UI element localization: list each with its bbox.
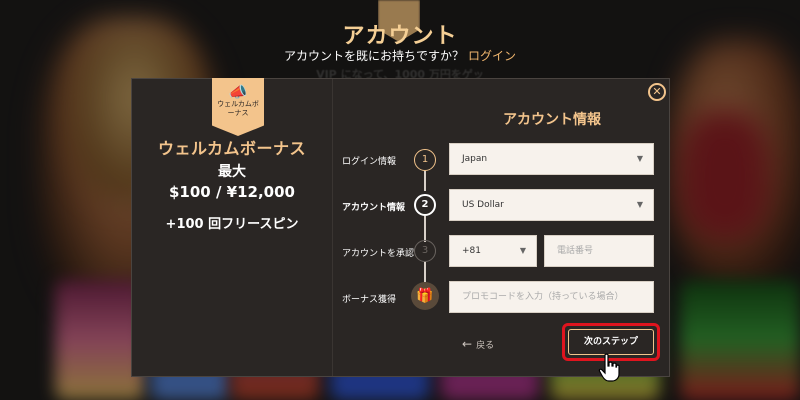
- bonus-amount: $100 / ¥12,000: [169, 183, 295, 201]
- stepper-line: [424, 262, 426, 282]
- login-link[interactable]: ログイン: [468, 49, 516, 63]
- promo-code-placeholder: プロモコードを入力（持っている場合）: [462, 292, 624, 302]
- phone-code-value: +81: [462, 246, 481, 256]
- bonus-free-spins: +100 回フリースピン: [165, 217, 299, 232]
- stepper-line: [424, 216, 426, 242]
- country-value: Japan: [462, 154, 488, 164]
- welcome-badge: 📣 ウェルカムボーナス: [212, 78, 264, 136]
- page-title: アカウント: [342, 24, 458, 49]
- step-circle-2: 2: [414, 194, 436, 216]
- subtitle-text: アカウントを既にお持ちですか？: [283, 49, 464, 63]
- country-select[interactable]: Japan ▼: [449, 143, 654, 175]
- promo-code-input[interactable]: プロモコードを入力（持っている場合）: [449, 281, 654, 313]
- phone-code-select[interactable]: +81 ▼: [449, 235, 537, 267]
- back-label: 戻る: [476, 341, 495, 351]
- chevron-down-icon: ▼: [636, 154, 643, 163]
- step-label-bonus: ボーナス獲得: [342, 295, 397, 305]
- close-icon[interactable]: ✕: [648, 83, 666, 101]
- gift-icon: 🎁: [411, 282, 439, 310]
- badge-label: ウェルカムボーナス: [217, 100, 259, 117]
- welcome-bonus-panel: ウェルカムボーナス 最大 $100 / ¥12,000 +100 回フリースピン: [132, 135, 332, 232]
- form-title: アカウント情報: [503, 112, 601, 128]
- step-circle-3: 3: [414, 240, 436, 262]
- chevron-down-icon: ▼: [519, 246, 526, 255]
- modal-divider: [332, 79, 333, 376]
- step-label-verify: アカウントを承認: [342, 249, 415, 259]
- bonus-max-label: 最大: [218, 164, 246, 180]
- stepper-line: [424, 171, 426, 191]
- phone-number-input[interactable]: 電話番号: [544, 235, 654, 267]
- step-label-account: アカウント情報: [342, 203, 406, 213]
- arrow-left-icon: ←: [462, 337, 473, 351]
- megaphone-icon: 📣: [228, 83, 248, 101]
- back-button[interactable]: ← 戻る: [462, 337, 494, 351]
- chevron-down-icon: ▼: [636, 200, 643, 209]
- page-subtitle: アカウントを既にお持ちですか？ ログイン: [0, 47, 800, 64]
- step-circle-1: 1: [414, 149, 436, 171]
- currency-value: US Dollar: [462, 200, 504, 210]
- step-label-login: ログイン情報: [342, 157, 397, 167]
- next-step-button[interactable]: 次のステップ: [568, 329, 654, 355]
- currency-select[interactable]: US Dollar ▼: [449, 189, 654, 221]
- signup-modal: 📣 ウェルカムボーナス ウェルカムボーナス 最大 $100 / ¥12,000 …: [131, 78, 670, 377]
- phone-number-placeholder: 電話番号: [557, 246, 594, 256]
- hand-cursor-icon: [598, 353, 620, 382]
- bonus-title: ウェルカムボーナス: [157, 139, 307, 158]
